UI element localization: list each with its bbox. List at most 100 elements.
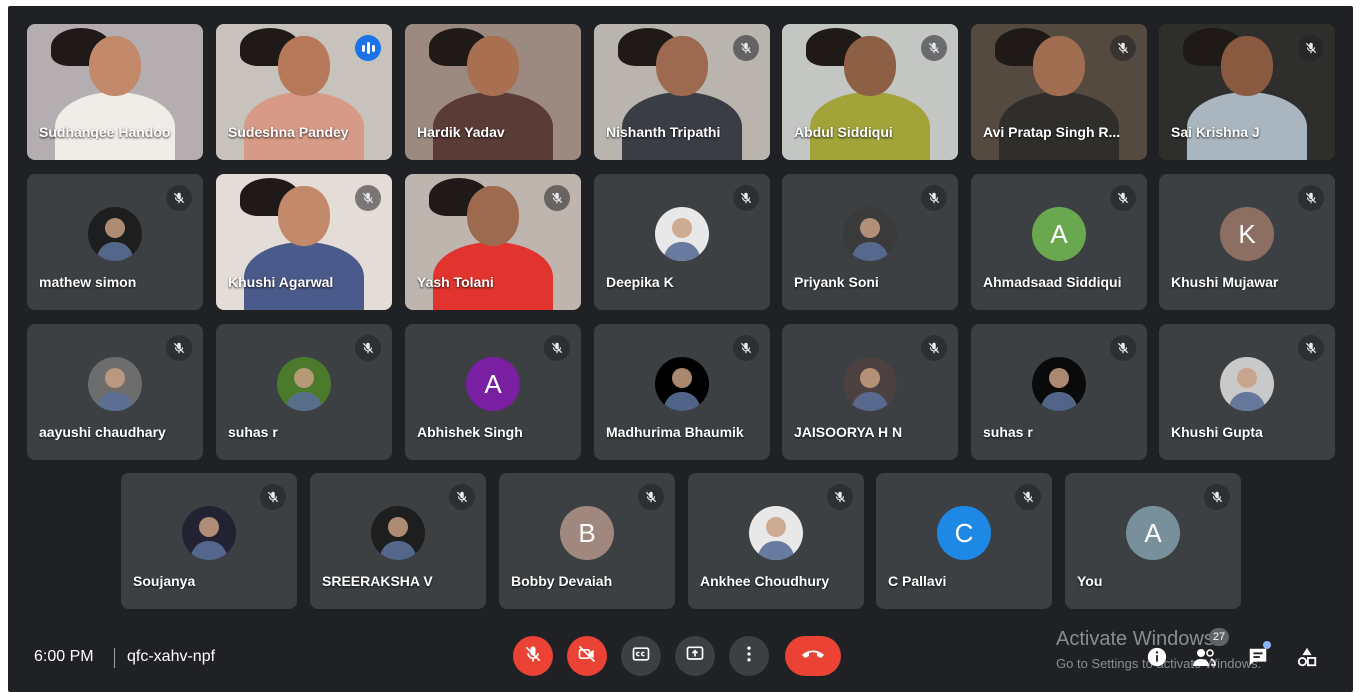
- meeting-code: qfc-xahv-npf: [127, 648, 216, 665]
- participant-avatar-photo: [1032, 357, 1086, 411]
- avatar-letter: B: [578, 517, 596, 548]
- participant-name: aayushi chaudhary: [39, 424, 166, 440]
- participant-tile[interactable]: K Khushi Mujawar: [1159, 174, 1335, 310]
- chat-icon: [1247, 646, 1269, 673]
- participant-name: JAISOORYA H N: [794, 424, 903, 440]
- camera-toggle-button[interactable]: [567, 636, 607, 676]
- captions-icon: [631, 644, 651, 669]
- participant-name: Abdul Siddiqui: [794, 124, 893, 140]
- present-screen-button[interactable]: [675, 636, 715, 676]
- participant-tile[interactable]: B Bobby Devaiah: [499, 473, 675, 609]
- mic-muted-icon: [1015, 484, 1041, 510]
- mic-muted-icon: [733, 35, 759, 61]
- participant-face: [467, 36, 519, 96]
- participant-video-figure: [618, 28, 742, 160]
- avatar-letter: A: [484, 368, 502, 399]
- meeting-time: 6:00 PM: [34, 648, 94, 665]
- participant-tile[interactable]: Sudhangee Handoo: [27, 24, 203, 160]
- participant-face: [844, 36, 896, 96]
- participant-name: Sudhangee Handoo: [39, 124, 171, 140]
- mic-muted-icon: [1298, 35, 1324, 61]
- more-options-button[interactable]: [729, 636, 769, 676]
- participant-tile[interactable]: C C Pallavi: [876, 473, 1052, 609]
- participant-name: Madhurima Bhaumik: [606, 424, 744, 440]
- participant-avatar: B: [560, 506, 614, 560]
- participant-face: [89, 36, 141, 96]
- bottom-bar: 6:00 PM qfc-xahv-npf Activate Windows Go…: [8, 626, 1353, 692]
- participant-name: Sai Krishna J: [1171, 124, 1260, 140]
- participant-name: Khushi Agarwal: [228, 274, 334, 290]
- avatar-letter: A: [1050, 218, 1068, 249]
- participant-video-figure: [51, 28, 175, 160]
- participant-name: Abhishek Singh: [417, 424, 523, 440]
- mic-muted-icon: [355, 185, 381, 211]
- participant-tile[interactable]: JAISOORYA H N: [782, 324, 958, 460]
- participant-tile[interactable]: Khushi Gupta: [1159, 324, 1335, 460]
- meeting-window: Sudhangee Handoo Sudeshna Pandey Hardik Ya…: [8, 6, 1353, 692]
- activities-button[interactable]: [1294, 646, 1320, 672]
- participant-tile[interactable]: Deepika K: [594, 174, 770, 310]
- participant-tile[interactable]: A Ahmadsaad Siddiqui: [971, 174, 1147, 310]
- participant-tile[interactable]: suhas r: [216, 324, 392, 460]
- more-options-icon: [739, 644, 759, 669]
- participant-face: [278, 36, 330, 96]
- mic-muted-icon: [921, 335, 947, 361]
- mic-muted-icon: [544, 185, 570, 211]
- mic-muted-icon: [921, 185, 947, 211]
- chat-button[interactable]: [1245, 646, 1271, 672]
- mic-muted-icon: [733, 185, 759, 211]
- people-button[interactable]: [1191, 646, 1217, 672]
- end-call-button[interactable]: [785, 636, 841, 676]
- participant-video-figure: [806, 28, 930, 160]
- participant-name: suhas r: [983, 424, 1033, 440]
- participant-tile[interactable]: Soujanya: [121, 473, 297, 609]
- participant-tile[interactable]: A You: [1065, 473, 1241, 609]
- participant-tile[interactable]: Khushi Agarwal: [216, 174, 392, 310]
- participant-avatar-photo: [277, 357, 331, 411]
- people-icon: [1192, 646, 1216, 673]
- participant-face: [1221, 36, 1273, 96]
- participant-tile[interactable]: Madhurima Bhaumik: [594, 324, 770, 460]
- mic-muted-icon: [1110, 185, 1136, 211]
- mic-muted-icon: [1110, 35, 1136, 61]
- participant-video-figure: [1183, 28, 1307, 160]
- participant-tile[interactable]: Nishanth Tripathi: [594, 24, 770, 160]
- participant-name: Ahmadsaad Siddiqui: [983, 274, 1122, 290]
- participant-name: suhas r: [228, 424, 278, 440]
- participant-avatar: C: [937, 506, 991, 560]
- chat-notification-dot: [1263, 641, 1271, 649]
- participant-tile[interactable]: Abdul Siddiqui: [782, 24, 958, 160]
- participant-tile[interactable]: Priyank Soni: [782, 174, 958, 310]
- participant-tile[interactable]: Avi Pratap Singh R...: [971, 24, 1147, 160]
- participant-avatar-photo: [371, 506, 425, 560]
- participant-name: Priyank Soni: [794, 274, 879, 290]
- participant-tile[interactable]: aayushi chaudhary: [27, 324, 203, 460]
- participant-name: C Pallavi: [888, 573, 947, 589]
- info-icon: [1146, 646, 1168, 673]
- participant-tile[interactable]: Yash Tolani: [405, 174, 581, 310]
- mic-toggle-button[interactable]: [513, 636, 553, 676]
- participant-name: You: [1077, 573, 1103, 589]
- participant-avatar-photo: [1220, 357, 1274, 411]
- participant-name: Soujanya: [133, 573, 196, 589]
- mic-muted-icon: [544, 335, 570, 361]
- mic-muted-icon: [1298, 335, 1324, 361]
- participant-video-figure: [995, 28, 1119, 160]
- mic-muted-icon: [638, 484, 664, 510]
- participant-tile[interactable]: suhas r: [971, 324, 1147, 460]
- mic-muted-icon: [1110, 335, 1136, 361]
- participant-tile[interactable]: SREERAKSHA V: [310, 473, 486, 609]
- participant-tile[interactable]: Hardik Yadav: [405, 24, 581, 160]
- camera-off-icon: [577, 644, 597, 669]
- participant-tile[interactable]: mathew simon: [27, 174, 203, 310]
- meeting-details-button[interactable]: [1144, 646, 1170, 672]
- participant-avatar: A: [1032, 207, 1086, 261]
- participant-avatar-photo: [749, 506, 803, 560]
- participant-tile[interactable]: Sudeshna Pandey: [216, 24, 392, 160]
- participant-tile[interactable]: A Abhishek Singh: [405, 324, 581, 460]
- captions-button[interactable]: [621, 636, 661, 676]
- participant-tile[interactable]: Ankhee Choudhury: [688, 473, 864, 609]
- participant-name: Khushi Mujawar: [1171, 274, 1279, 290]
- participant-tile[interactable]: Sai Krishna J: [1159, 24, 1335, 160]
- participant-face: [656, 36, 708, 96]
